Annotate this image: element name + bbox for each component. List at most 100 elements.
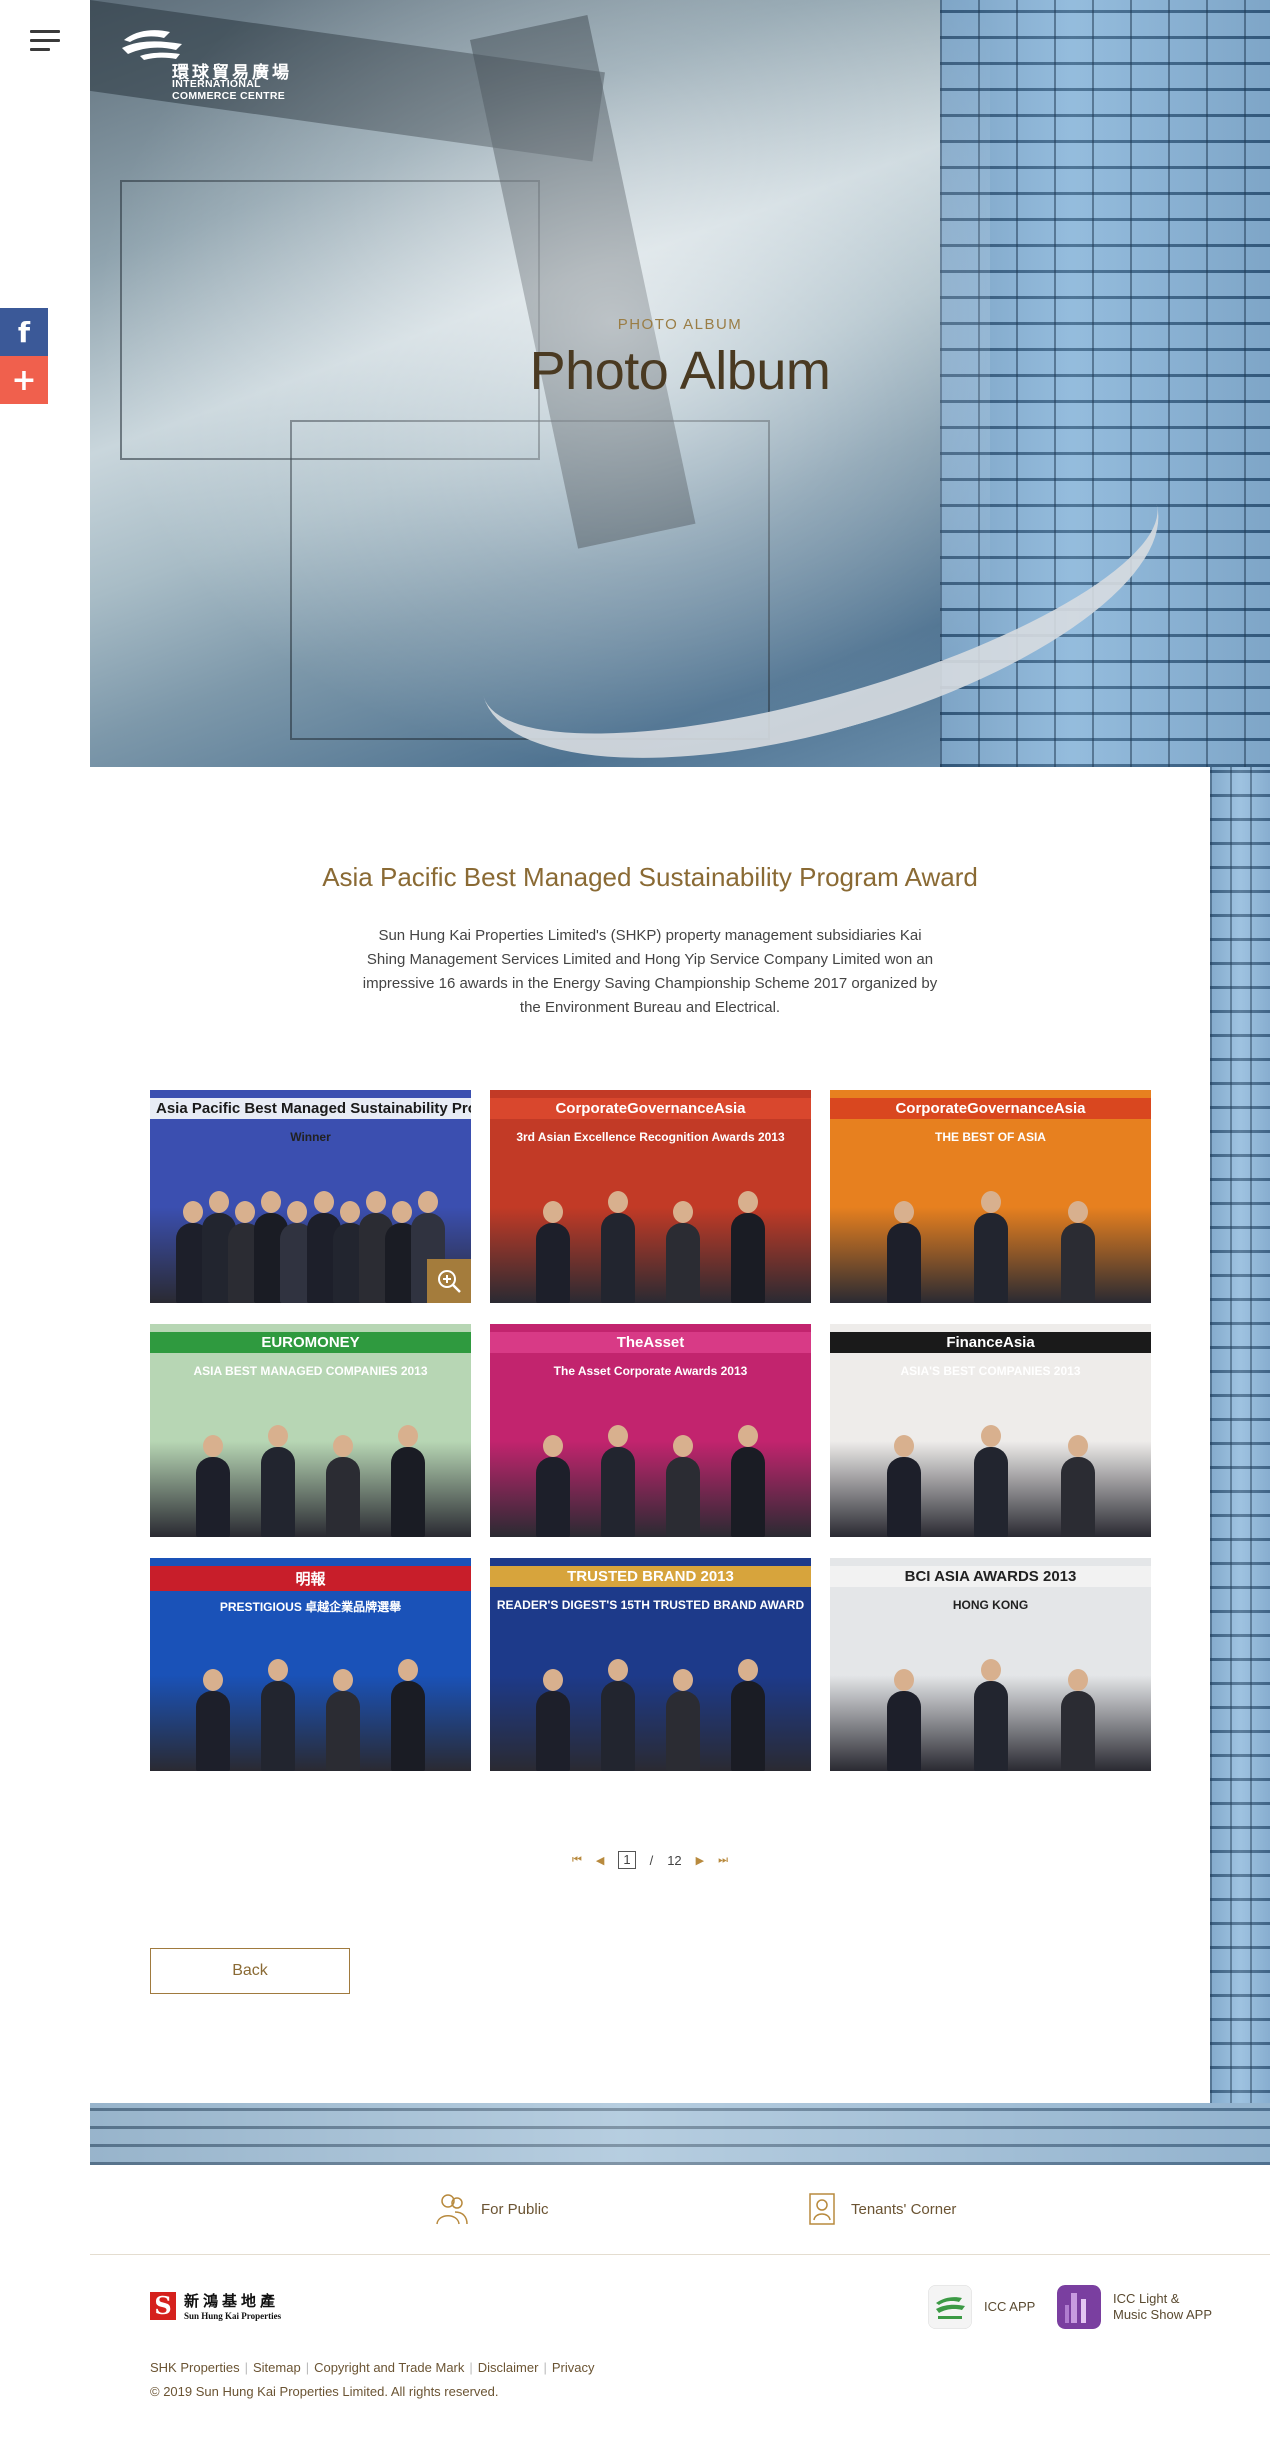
photo-thumbnail[interactable]: CorporateGovernanceAsia 3rd Asian Excelle… [490,1090,811,1303]
photo-person [600,1425,635,1537]
photo-caption-text: ASIA BEST MANAGED COMPANIES 2013 [193,1364,428,1378]
photo-banner-text: TRUSTED BRAND 2013 [490,1566,811,1587]
photo-thumbnail[interactable]: CorporateGovernanceAsia THE BEST OF ASIA [830,1090,1151,1303]
menu-bar [30,48,50,51]
photo-person [973,1425,1008,1537]
footer-link-privacy[interactable]: Privacy [552,2360,595,2375]
footer-legal-links: SHK Properties | Sitemap | Copyright and… [150,2360,594,2375]
photo-caption-text: The Asset Corporate Awards 2013 [553,1364,748,1378]
people-icon [436,2194,468,2225]
for-public-link[interactable]: For Public [435,2191,549,2227]
photo-person [666,1669,701,1771]
footer-link-shk-properties[interactable]: SHK Properties [150,2360,240,2375]
photo-people [490,1417,811,1537]
next-page-icon[interactable]: ▶ [696,1854,704,1867]
footer-link-copyright[interactable]: Copyright and Trade Mark [314,2360,464,2375]
photo-banner-text: EUROMONEY [150,1332,471,1353]
photo-caption-text: PRESTIGIOUS 卓越企業品牌選舉 [219,1600,402,1614]
hero-banner: PHOTO ALBUM Photo Album [90,0,1270,767]
shk-wordmark: 新鴻基地產 Sun Hung Kai Properties [184,2290,281,2321]
photo-person [973,1191,1008,1303]
icc-logo-mark-icon [122,30,182,60]
shk-logo[interactable]: S 新鴻基地產 Sun Hung Kai Properties [150,2290,281,2321]
icc-logo[interactable]: 環球貿易廣場 INTERNATIONAL COMMERCE CENTRE [120,26,300,106]
last-page-icon[interactable]: ⏭ [718,1853,728,1867]
photo-banner-text: TheAsset [490,1332,811,1353]
page-separator: / [649,1852,654,1868]
photo-person [535,1669,570,1771]
prev-page-icon[interactable]: ◀ [596,1854,604,1867]
light-show-app-label: ICC Light & Music Show APP [1113,2291,1212,2323]
photo-banner-text: CorporateGovernanceAsia [830,1098,1151,1119]
photo-person [391,1659,426,1771]
photo-people [150,1417,471,1537]
shk-english-name: Sun Hung Kai Properties [184,2311,282,2321]
photo-person [1060,1669,1095,1771]
photo-person [195,1435,230,1537]
photo-thumbnail[interactable]: FinanceAsia ASIA'S BEST COMPANIES 2013 [830,1324,1151,1537]
photo-person [1060,1435,1095,1537]
photo-person [1060,1201,1095,1303]
for-public-label: For Public [481,2200,549,2218]
back-button[interactable]: Back [150,1948,350,1994]
share-plus-icon[interactable]: + [0,356,48,404]
photo-people [150,1651,471,1771]
side-building-image [1210,767,1270,2165]
photo-people [490,1651,811,1771]
icc-light-show-app-link[interactable]: ICC Light & Music Show APP [1057,2285,1212,2329]
footer-separator: | [305,2360,310,2375]
photo-people [830,1651,1151,1771]
photo-caption-text: 3rd Asian Excellence Recognition Awards … [516,1130,785,1144]
photo-caption-text: READER'S DIGEST'S 15TH TRUSTED BRAND AWA… [496,1598,805,1612]
facebook-icon[interactable]: f [0,308,48,356]
footer-link-disclaimer[interactable]: Disclaimer [478,2360,539,2375]
photo-banner-text: BCI ASIA AWARDS 2013 [830,1566,1151,1587]
shk-mark-icon: S [150,2291,176,2320]
hero-eyebrow: PHOTO ALBUM [617,316,743,333]
tenants-corner-link[interactable]: Tenants' Corner [805,2191,956,2227]
footer-separator: | [543,2360,547,2375]
photo-person [666,1435,701,1537]
photo-person [731,1659,766,1771]
logo-english-line: COMMERCE CENTRE [172,90,286,102]
first-page-icon[interactable]: ⏮ [572,1853,582,1867]
footer-separator: | [469,2360,473,2375]
logo-english-name: INTERNATIONAL COMMERCE CENTRE [172,78,285,102]
photo-thumbnail[interactable]: TRUSTED BRAND 2013 READER'S DIGEST'S 15TH… [490,1558,811,1771]
bottom-building-image [90,2103,1270,2165]
photo-people [150,1183,471,1303]
photo-people [490,1183,811,1303]
album-description: Sun Hung Kai Properties Limited's (SHKP)… [362,927,938,1016]
photo-people [830,1417,1151,1537]
photo-thumbnail[interactable]: BCI ASIA AWARDS 2013 HONG KONG [830,1558,1151,1771]
photo-person [535,1201,570,1303]
photo-thumbnail[interactable]: TheAsset The Asset Corporate Awards 2013 [490,1324,811,1537]
zoom-icon[interactable] [427,1259,471,1303]
footer-link-sitemap[interactable]: Sitemap [253,2360,301,2375]
pagination: ⏮ ◀ 1 / 12 ▶ ⏭ [90,1851,1210,1869]
photo-banner-text: CorporateGovernanceAsia [490,1098,811,1119]
photo-caption-text: Winner [290,1130,331,1144]
photo-person [195,1669,230,1771]
current-page-number[interactable]: 1 [618,1851,636,1869]
tenants-corner-label: Tenants' Corner [851,2200,957,2218]
icc-app-link[interactable]: ICC APP [928,2285,1035,2329]
menu-bar [30,30,60,33]
photo-thumbnail[interactable]: 明報 PRESTIGIOUS 卓越企業品牌選舉 [150,1558,471,1771]
photo-people [830,1183,1151,1303]
icc-app-label: ICC APP [984,2299,1036,2314]
photo-person [731,1425,766,1537]
page-title: Photo Album [529,341,831,401]
photo-banner-text: Asia Pacific Best Managed Sustainability… [150,1098,471,1119]
menu-icon[interactable] [30,30,60,52]
total-pages: 12 [667,1852,682,1868]
photo-caption-text: HONG KONG [952,1598,1029,1612]
photo-thumbnail[interactable]: Asia Pacific Best Managed Sustainability… [150,1090,471,1303]
photo-thumbnail[interactable]: EUROMONEY ASIA BEST MANAGED COMPANIES 201… [150,1324,471,1537]
content-card: Asia Pacific Best Managed Sustainability… [90,767,1210,2103]
logo-english-line: INTERNATIONAL [172,78,261,90]
tenant-badge-icon [809,2193,835,2225]
photo-person [535,1435,570,1537]
icc-app-icon [928,2285,972,2329]
photo-person [391,1425,426,1537]
